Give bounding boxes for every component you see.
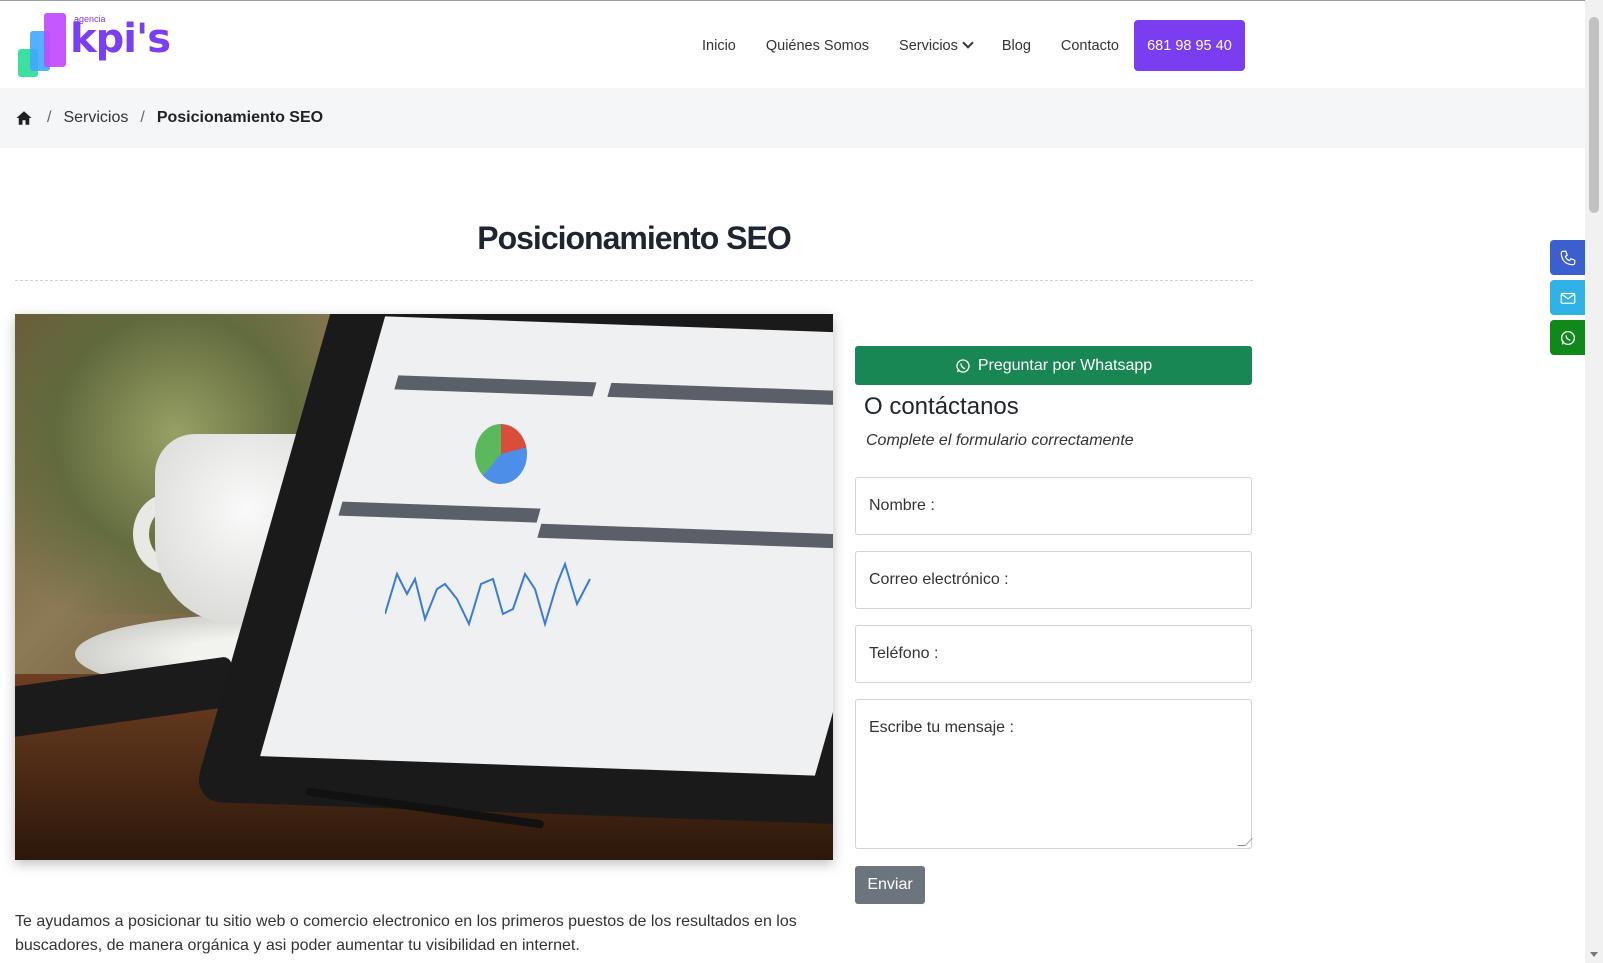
page-scrollbar[interactable]	[1585, 0, 1603, 963]
message-field[interactable]: Escribe tu mensaje :	[855, 699, 1253, 849]
nav-item-inicio[interactable]: Inicio	[702, 38, 736, 54]
hero-pie-chart	[475, 424, 527, 484]
hero-image	[15, 314, 833, 860]
nav-item-quienes-somos[interactable]: Quiénes Somos	[766, 38, 869, 54]
intro-paragraph: Te ayudamos a posicionar tu sitio web o …	[15, 913, 797, 954]
screen-panel-header	[607, 382, 833, 408]
screen-panel-header	[537, 523, 833, 550]
send-button[interactable]: Enviar	[855, 866, 925, 904]
nav-item-blog[interactable]: Blog	[1002, 38, 1031, 54]
phone-field[interactable]: Teléfono :	[855, 625, 1252, 683]
nav-item-contacto[interactable]: Contacto	[1061, 38, 1119, 54]
scroll-down-arrow-icon[interactable]	[1590, 952, 1598, 957]
email-field[interactable]: Correo electrónico :	[855, 551, 1252, 609]
textarea-resize-handle[interactable]	[1237, 838, 1253, 846]
mail-icon	[1560, 292, 1575, 304]
hero-line-chart	[385, 560, 591, 628]
logo-brand-text: kpi's	[70, 16, 171, 62]
phone-button[interactable]: 681 98 95 40	[1133, 20, 1245, 71]
email-placeholder: Correo electrónico :	[869, 571, 1009, 588]
breadcrumb: / Servicios / Posicionamiento SEO	[0, 88, 1585, 148]
whatsapp-icon	[1560, 330, 1575, 345]
main-nav: Inicio Quiénes Somos Servicios Blog Cont…	[702, 20, 1245, 71]
name-field[interactable]: Nombre :	[855, 477, 1252, 535]
title-divider	[15, 280, 1253, 281]
phone-placeholder: Teléfono :	[869, 645, 939, 662]
contact-subtitle: Complete el formulario correctamente	[866, 432, 1134, 449]
site-header: agencia kpi's Inicio Quiénes Somos Servi…	[0, 1, 1585, 88]
chevron-down-icon	[962, 37, 974, 49]
breadcrumb-separator: /	[140, 109, 145, 126]
side-mail-button[interactable]	[1550, 280, 1585, 315]
nav-item-servicios-label: Servicios	[899, 37, 958, 54]
side-phone-button[interactable]	[1550, 240, 1585, 275]
whatsapp-ask-button[interactable]: Preguntar por Whatsapp	[855, 346, 1252, 385]
nav-item-servicios[interactable]: Servicios	[899, 37, 974, 54]
contact-title: O contáctanos	[864, 393, 1019, 420]
home-icon[interactable]	[15, 109, 33, 127]
message-placeholder: Escribe tu mensaje :	[869, 719, 1014, 736]
scrollbar-thumb[interactable]	[1589, 17, 1599, 213]
page-title: Posicionamiento SEO	[477, 220, 792, 256]
phone-icon	[1560, 250, 1575, 265]
logo-bar-purple	[44, 13, 66, 67]
screen-panel-header	[338, 501, 541, 523]
screen-panel-header	[394, 375, 597, 397]
logo[interactable]: agencia kpi's	[18, 13, 178, 79]
whatsapp-icon	[956, 358, 970, 373]
breadcrumb-item-servicios[interactable]: Servicios	[63, 109, 128, 127]
breadcrumb-separator: /	[47, 109, 52, 126]
name-placeholder: Nombre :	[869, 497, 935, 514]
breadcrumb-current: Posicionamiento SEO	[156, 109, 324, 126]
side-whatsapp-button[interactable]	[1550, 320, 1585, 355]
whatsapp-ask-label: Preguntar por Whatsapp	[977, 356, 1153, 374]
